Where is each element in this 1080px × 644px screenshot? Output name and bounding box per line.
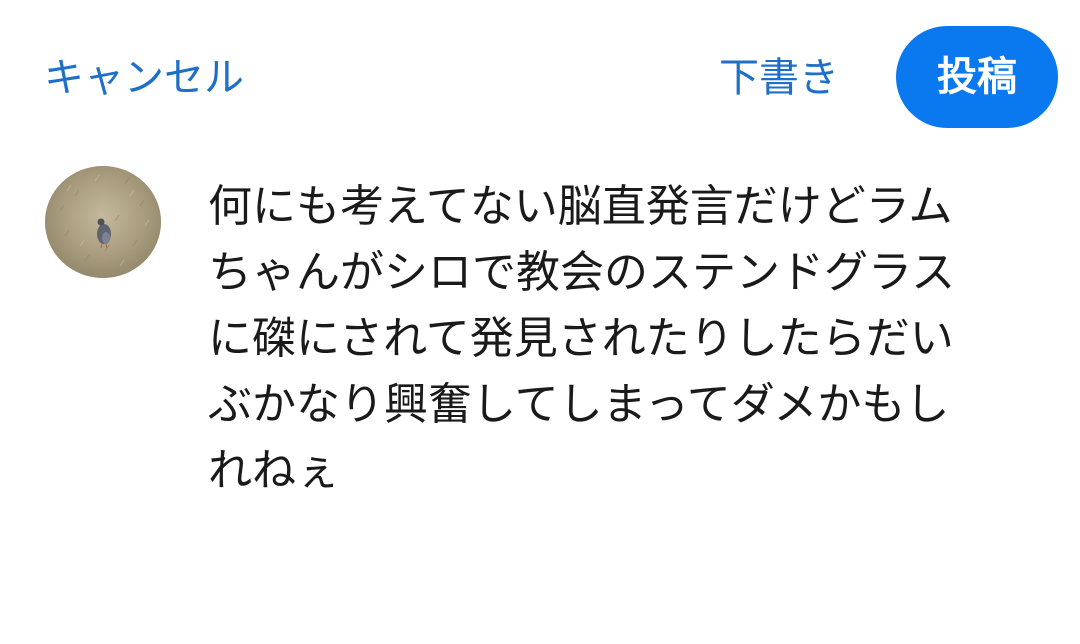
compose-text-line: ぶかなり興奮してしまってダメかもし bbox=[208, 379, 950, 430]
draft-button[interactable]: 下書き bbox=[719, 52, 839, 104]
compose-header: キャンセル 下書き 投稿 bbox=[0, 0, 1080, 150]
avatar[interactable] bbox=[45, 166, 161, 278]
compose-text-line: 何にも考えてない脳直発言だけどラム bbox=[208, 181, 953, 232]
cancel-button[interactable]: キャンセル bbox=[44, 52, 244, 104]
compose-text-line: に磔にされて発見されたりしたらだい bbox=[208, 313, 954, 364]
compose-text-line: れねぇ bbox=[208, 445, 340, 496]
tweet-compose-textarea[interactable]: 何にも考えてない脳直発言だけどラム ちゃんがシロで教会のステンドグラス に磔にさ… bbox=[208, 174, 998, 504]
compose-text-line: ちゃんがシロで教会のステンドグラス bbox=[208, 247, 956, 298]
avatar-photo bbox=[45, 166, 161, 278]
post-button[interactable]: 投稿 bbox=[896, 26, 1058, 128]
